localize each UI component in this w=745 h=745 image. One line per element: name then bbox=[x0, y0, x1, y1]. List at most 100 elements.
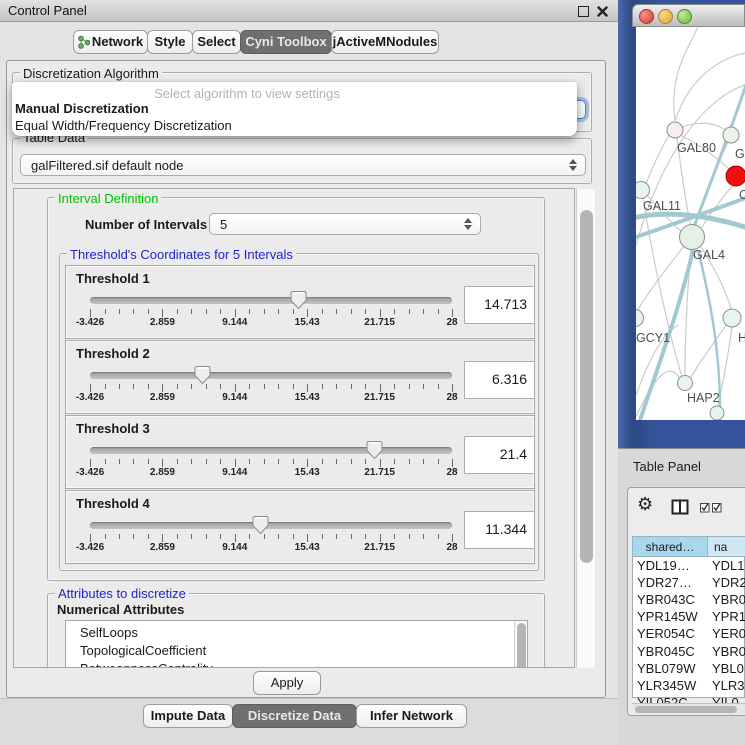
cell-shared-name: YBR043C bbox=[637, 591, 695, 608]
tab-network[interactable]: Network bbox=[73, 30, 148, 54]
slider-tick bbox=[351, 309, 352, 314]
column-header-shared[interactable]: shared… bbox=[632, 536, 708, 557]
slider-track[interactable] bbox=[90, 522, 452, 529]
slider-tick bbox=[191, 459, 192, 464]
tab-impute-data[interactable]: Impute Data bbox=[143, 704, 233, 728]
slider-tick bbox=[206, 309, 207, 314]
numerical-attributes-list[interactable]: SelfLoops TopologicalCoefficient Betweenne… bbox=[65, 620, 528, 668]
slider-tick bbox=[148, 534, 149, 539]
gear-icon[interactable]: ⚙ bbox=[637, 494, 653, 515]
slider-tick bbox=[293, 459, 294, 464]
table-row[interactable]: YLR345WYLR3 bbox=[632, 677, 745, 694]
list-scrollbar[interactable] bbox=[514, 621, 527, 668]
slider-thumb[interactable] bbox=[290, 290, 307, 310]
table-row[interactable]: YBR045CYBR0 bbox=[632, 643, 745, 660]
network-node[interactable] bbox=[680, 225, 705, 250]
network-node-label: GCY1 bbox=[636, 331, 670, 345]
tab-label: Style bbox=[154, 34, 185, 49]
slider-thumb[interactable] bbox=[252, 515, 269, 535]
cell-name: YIL0 bbox=[712, 694, 739, 703]
slider-scale-label: -3.426 bbox=[60, 467, 120, 478]
attribute-item[interactable]: BetweennessCentrality bbox=[80, 661, 213, 668]
threshold-label: Threshold 1 bbox=[76, 271, 150, 286]
slider-tick bbox=[249, 459, 250, 464]
tab-select[interactable]: Select bbox=[192, 30, 241, 54]
tab-discretize-data[interactable]: Discretize Data bbox=[232, 704, 357, 728]
slider-tick bbox=[148, 459, 149, 464]
slider-track[interactable] bbox=[90, 447, 452, 454]
slider-tick bbox=[119, 384, 120, 389]
tab-label: Select bbox=[197, 34, 235, 49]
slider-tick bbox=[162, 534, 163, 542]
slider-tick bbox=[206, 459, 207, 464]
slider-tick bbox=[351, 459, 352, 464]
number-of-intervals-combobox[interactable]: 5 bbox=[209, 213, 481, 235]
slider-tick bbox=[365, 384, 366, 389]
table-row[interactable]: YER054CYER0 bbox=[632, 625, 745, 642]
table-row[interactable]: YBR043CYBR0 bbox=[632, 591, 745, 608]
tab-cyni-toolbox[interactable]: Cyni Toolbox bbox=[240, 30, 332, 54]
dropdown-option-manual[interactable]: Manual Discretization bbox=[15, 101, 149, 116]
tab-infer-network[interactable]: Infer Network bbox=[356, 704, 467, 728]
slider-tick bbox=[278, 459, 279, 464]
slider-tick bbox=[336, 384, 337, 389]
close-traffic-light[interactable] bbox=[639, 9, 654, 24]
settings-scrollbar-thumb[interactable] bbox=[580, 210, 593, 563]
settings-scrollbar[interactable] bbox=[576, 189, 595, 668]
table-row[interactable]: YDL19…YDL1 bbox=[632, 557, 745, 574]
network-node[interactable] bbox=[636, 310, 644, 327]
tab-style[interactable]: Style bbox=[147, 30, 193, 54]
table-hscrollbar[interactable] bbox=[632, 703, 745, 714]
network-node[interactable] bbox=[710, 406, 724, 420]
float-icon[interactable] bbox=[578, 6, 589, 17]
threshold-label: Threshold 2 bbox=[76, 346, 150, 361]
slider-thumb[interactable] bbox=[194, 365, 211, 385]
slider-tick bbox=[105, 309, 106, 314]
table-hscrollbar-thumb[interactable] bbox=[635, 706, 737, 713]
network-node[interactable] bbox=[667, 122, 683, 138]
slider-tick bbox=[423, 459, 424, 464]
slider-tick bbox=[452, 309, 453, 317]
tab-jactivemnodules[interactable]: jActiveMNodules bbox=[331, 30, 439, 54]
table-data-combobox[interactable]: galFiltered.sif default node bbox=[20, 154, 586, 176]
threshold-value-box[interactable]: 6.316 bbox=[464, 361, 535, 399]
checkbox-icons[interactable] bbox=[700, 502, 724, 513]
slider-thumb[interactable] bbox=[366, 440, 383, 460]
slider-tick bbox=[380, 459, 381, 467]
slider-tick bbox=[148, 309, 149, 314]
table-row[interactable]: YIL052CYIL0 bbox=[632, 694, 745, 703]
table-row[interactable]: YDR27…YDR2 bbox=[632, 574, 745, 591]
cell-name: YBL0 bbox=[712, 660, 744, 677]
network-node[interactable] bbox=[723, 127, 739, 143]
network-node[interactable] bbox=[636, 182, 650, 199]
network-node-label: GAL4 bbox=[693, 248, 725, 262]
slider-scale-label: 21.715 bbox=[350, 467, 410, 478]
table-row[interactable]: YPR145WYPR1 bbox=[632, 608, 745, 625]
network-node[interactable] bbox=[723, 309, 741, 327]
column-header-name[interactable]: na bbox=[707, 536, 745, 557]
network-canvas[interactable]: GAL80GACGAL11GAL4GCY1HHAP2 bbox=[636, 27, 745, 420]
split-column-icon[interactable] bbox=[671, 499, 689, 516]
apply-button[interactable]: Apply bbox=[253, 671, 321, 695]
network-node[interactable] bbox=[726, 166, 745, 186]
slider-tick bbox=[133, 459, 134, 464]
close-icon[interactable] bbox=[597, 6, 608, 17]
list-scrollbar-thumb[interactable] bbox=[517, 623, 526, 668]
dropdown-option-equal-width[interactable]: Equal Width/Frequency Discretization bbox=[15, 118, 232, 133]
slider-scale-label: 9.144 bbox=[205, 542, 265, 553]
table-row[interactable]: YBL079WYBL0 bbox=[632, 660, 745, 677]
slider-track[interactable] bbox=[90, 297, 452, 304]
threshold-value-box[interactable]: 11.344 bbox=[464, 511, 535, 549]
network-node[interactable] bbox=[678, 376, 693, 391]
threshold-value-box[interactable]: 14.713 bbox=[464, 286, 535, 324]
attribute-item[interactable]: TopologicalCoefficient bbox=[80, 643, 206, 658]
thresholds-group-title: Threshold's Coordinates for 5 Intervals bbox=[67, 247, 296, 262]
slider-track[interactable] bbox=[90, 372, 452, 379]
zoom-traffic-light[interactable] bbox=[677, 9, 692, 24]
minimize-traffic-light[interactable] bbox=[658, 9, 673, 24]
threshold-value-box[interactable]: 21.4 bbox=[464, 436, 535, 474]
slider-tick bbox=[438, 384, 439, 389]
threshold-panel: Threshold 2-3.4262.8599.14415.4321.71528… bbox=[65, 340, 535, 414]
slider-tick bbox=[394, 384, 395, 389]
attribute-item[interactable]: SelfLoops bbox=[80, 625, 138, 640]
